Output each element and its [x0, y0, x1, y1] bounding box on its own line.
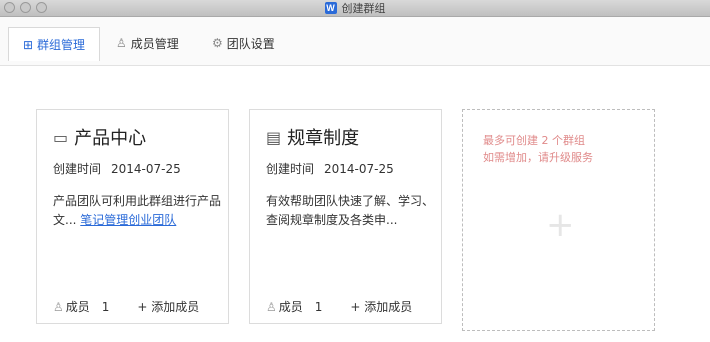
- add-member-button[interactable]: + 添加成员: [137, 298, 199, 315]
- group-list-area: ▭ 产品中心 创建时间 2014-07-25 产品团队可利用此群组进行产品文...…: [0, 66, 710, 342]
- members-icon: ♙: [266, 299, 277, 314]
- tab-team-settings[interactable]: ⚙ 团队设置: [212, 27, 275, 59]
- document-icon: ▤: [266, 127, 282, 147]
- description-link[interactable]: 笔记管理创业团队: [80, 213, 176, 227]
- description-text: 有效帮助团队快速了解、学习、查阅规章制度及各类申...: [266, 194, 435, 227]
- card-created-date: 创建时间 2014-07-25: [53, 160, 181, 177]
- monitor-icon: ▭: [53, 127, 69, 147]
- created-date-value: 2014-07-25: [324, 162, 394, 176]
- limit-line-2: 如需增加，请升级服务: [483, 151, 593, 164]
- card-title: ▤ 规章制度: [266, 124, 359, 150]
- tab-bar: ⊞ 群组管理 ♙ 成员管理 ⚙ 团队设置: [0, 17, 710, 66]
- card-created-date: 创建时间 2014-07-25: [266, 160, 394, 177]
- group-manage-icon: ⊞: [22, 37, 34, 52]
- tab-member-management[interactable]: ♙ 成员管理: [116, 27, 179, 59]
- window-title-group: W 创建群组: [0, 0, 710, 16]
- add-member-button[interactable]: + 添加成员: [350, 298, 412, 315]
- window-title: 创建群组: [341, 2, 386, 15]
- tab-label: 团队设置: [226, 36, 275, 51]
- card-footer: ♙ 成员 1 + 添加成员: [266, 298, 436, 315]
- tab-label: 群组管理: [37, 38, 86, 52]
- members-count: 1: [101, 299, 110, 314]
- members-icon: ♙: [116, 36, 127, 50]
- gear-icon: ⚙: [212, 36, 223, 50]
- card-title: ▭ 产品中心: [53, 124, 146, 150]
- created-label: 创建时间: [53, 162, 102, 176]
- card-title-text: 产品中心: [74, 128, 147, 149]
- plus-icon[interactable]: +: [546, 205, 575, 245]
- created-date-value: 2014-07-25: [111, 162, 181, 176]
- app-logo-icon: W: [324, 2, 337, 14]
- members-label: 成员: [278, 300, 303, 314]
- card-description: 有效帮助团队快速了解、学习、查阅规章制度及各类申...: [266, 192, 436, 230]
- tab-label: 成员管理: [130, 36, 179, 51]
- members-label: 成员: [65, 300, 90, 314]
- created-label: 创建时间: [266, 162, 315, 176]
- card-title-text: 规章制度: [287, 128, 360, 149]
- members-icon: ♙: [53, 299, 64, 314]
- create-group-window: W 创建群组 ⊞ 群组管理 ♙ 成员管理 ⚙ 团队设置 ▭ 产品中心 创建时间 2…: [0, 0, 710, 342]
- tab-group-management[interactable]: ⊞ 群组管理: [8, 27, 100, 61]
- card-footer: ♙ 成员 1 + 添加成员: [53, 298, 223, 315]
- card-description: 产品团队可利用此群组进行产品文... 笔记管理创业团队: [53, 192, 223, 230]
- members-count: 1: [314, 299, 323, 314]
- title-bar: W 创建群组: [0, 0, 710, 17]
- create-group-card[interactable]: 最多可创建 2 个群组 如需增加，请升级服务 +: [462, 109, 655, 331]
- limit-line-1: 最多可创建 2 个群组: [483, 134, 585, 147]
- group-card-rules[interactable]: ▤ 规章制度 创建时间 2014-07-25 有效帮助团队快速了解、学习、查阅规章…: [249, 109, 442, 324]
- group-limit-notice: 最多可创建 2 个群组 如需增加，请升级服务: [483, 132, 593, 166]
- group-card-product-center[interactable]: ▭ 产品中心 创建时间 2014-07-25 产品团队可利用此群组进行产品文...…: [36, 109, 229, 324]
